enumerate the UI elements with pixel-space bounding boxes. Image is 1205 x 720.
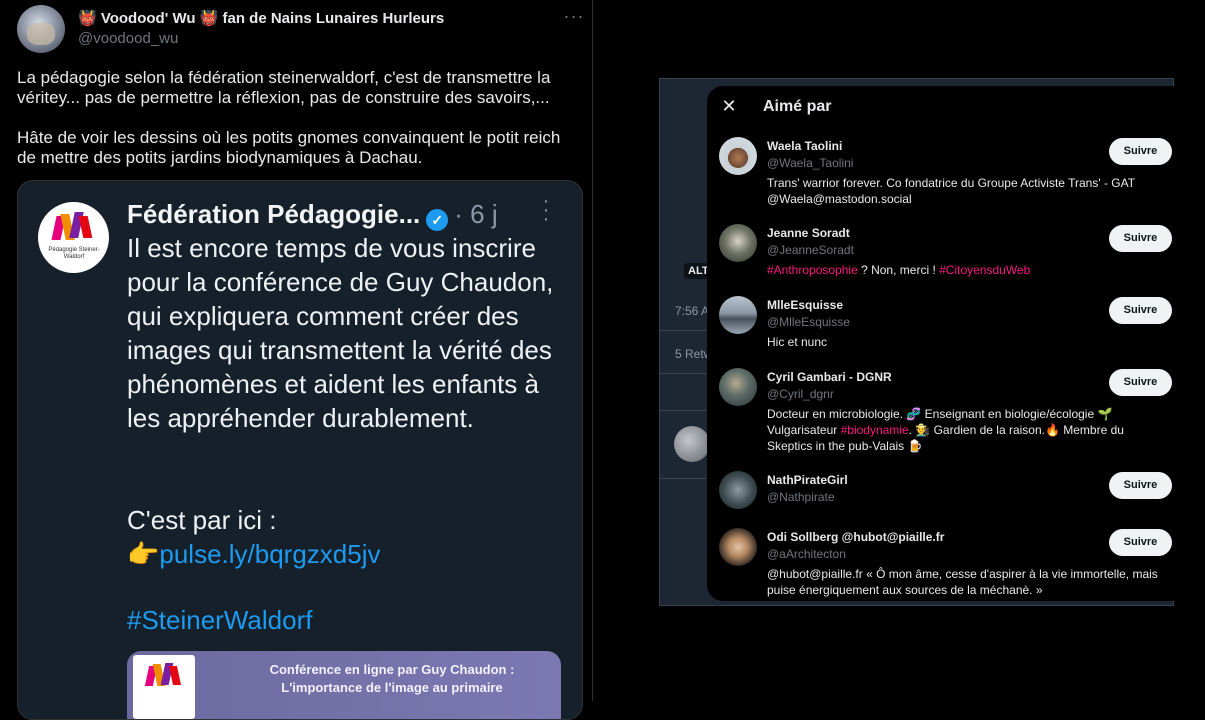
follow-button[interactable]: Suivre xyxy=(1109,472,1172,499)
user-name[interactable]: Jeanne Soradt xyxy=(767,226,850,240)
author-handle[interactable]: @voodood_wu xyxy=(78,30,178,47)
pointing-hand-icon: 👉 xyxy=(127,539,160,569)
user-handle: @Nathpirate xyxy=(767,490,835,504)
embedded-age: · 6 j xyxy=(454,199,498,229)
user-name[interactable]: Odi Sollberg @hubot@piaille.fr xyxy=(767,530,944,544)
user-bio: @hubot@piaille.fr « Ô mon âme, cesse d'a… xyxy=(767,567,1158,597)
divider xyxy=(660,330,708,331)
close-icon[interactable]: ✕ xyxy=(719,96,739,116)
user-name[interactable]: MlleEsquisse xyxy=(767,298,843,312)
embedded-tweet-image[interactable]: Pédagogie Steiner-Waldorf Fédération Péd… xyxy=(17,180,583,720)
card-title: Conférence en ligne par Guy Chaudon : L'… xyxy=(269,662,515,695)
hashtag-link: #biodynamie xyxy=(840,423,909,437)
user-handle: @Cyril_dgnr xyxy=(767,387,834,401)
author-avatar[interactable] xyxy=(17,5,65,53)
embedded-link-card: Conférence en ligne par Guy Chaudon : L'… xyxy=(127,651,561,719)
avatar[interactable] xyxy=(719,296,757,334)
tweet: 👹 Voodood' Wu 👹 fan de Nains Lunaires Hu… xyxy=(0,0,593,720)
follow-button[interactable]: Suivre xyxy=(1109,138,1172,165)
card-logo xyxy=(133,655,195,719)
user-handle: @aArchitecton xyxy=(767,547,846,561)
background-timestamp: 7:56 A xyxy=(675,304,710,318)
avatar[interactable] xyxy=(719,368,757,406)
verified-badge-icon: ✓ xyxy=(426,209,449,231)
user-name[interactable]: Cyril Gambari - DGNR xyxy=(767,370,892,384)
follow-button[interactable]: Suivre xyxy=(1109,225,1172,252)
user-handle: @MlleEsquisse xyxy=(767,315,850,329)
embedded-hashtag: #SteinerWaldorf xyxy=(127,605,313,635)
follow-button[interactable]: Suivre xyxy=(1109,529,1172,556)
divider xyxy=(660,478,708,479)
tweet-text: La pédagogie selon la fédération steiner… xyxy=(17,68,561,167)
follow-button[interactable]: Suivre xyxy=(1109,297,1172,324)
user-bio: Docteur en microbiologie. 🧬 Enseignant e… xyxy=(767,407,1124,453)
avatar[interactable] xyxy=(719,224,757,262)
embedded-author-name: Fédération Pédagogie... ✓ · 6 j xyxy=(127,199,498,231)
avatar[interactable] xyxy=(719,528,757,566)
liked-by-modal: ✕ Aimé par Waela Taolini @Waela_Taolini … xyxy=(707,86,1174,601)
avatar[interactable] xyxy=(719,137,757,175)
embedded-link-line: 👉pulse.ly/bqrgzxd5jv xyxy=(127,539,381,570)
embedded-cta: C'est par ici : xyxy=(127,505,277,535)
steiner-waldorf-logo-icon xyxy=(51,212,94,244)
divider xyxy=(660,410,708,411)
author-name[interactable]: 👹 Voodood' Wu 👹 fan de Nains Lunaires Hu… xyxy=(78,9,444,27)
user-bio: #Anthroposophie ? Non, merci ! #Citoyens… xyxy=(767,263,1031,277)
avatar[interactable] xyxy=(719,471,757,509)
hashtag-link: #CitoyensduWeb xyxy=(939,263,1031,277)
user-name[interactable]: Waela Taolini xyxy=(767,139,842,153)
federation-logo-avatar: Pédagogie Steiner-Waldorf xyxy=(38,202,109,273)
user-handle: @JeanneSoradt xyxy=(767,243,854,257)
background-avatar xyxy=(674,426,710,462)
user-bio: Trans' warrior forever. Co fondatrice du… xyxy=(767,176,1136,206)
logo-caption: Pédagogie Steiner-Waldorf xyxy=(48,247,100,260)
user-name[interactable]: NathPirateGirl xyxy=(767,473,848,487)
embedded-link: pulse.ly/bqrgzxd5jv xyxy=(159,539,381,569)
user-handle: @Waela_Taolini xyxy=(767,156,854,170)
divider xyxy=(660,373,708,374)
user-bio: Hic et nunc xyxy=(767,335,828,349)
hashtag-link: #Anthroposophie xyxy=(767,263,858,277)
modal-title: Aimé par xyxy=(763,98,832,115)
embedded-body: Il est encore temps de vous inscrire pou… xyxy=(127,233,554,433)
more-horizontal-icon[interactable]: ··· xyxy=(562,6,586,30)
follow-button[interactable]: Suivre xyxy=(1109,369,1172,396)
embedded-more-vertical-icon: · · · xyxy=(542,190,550,230)
